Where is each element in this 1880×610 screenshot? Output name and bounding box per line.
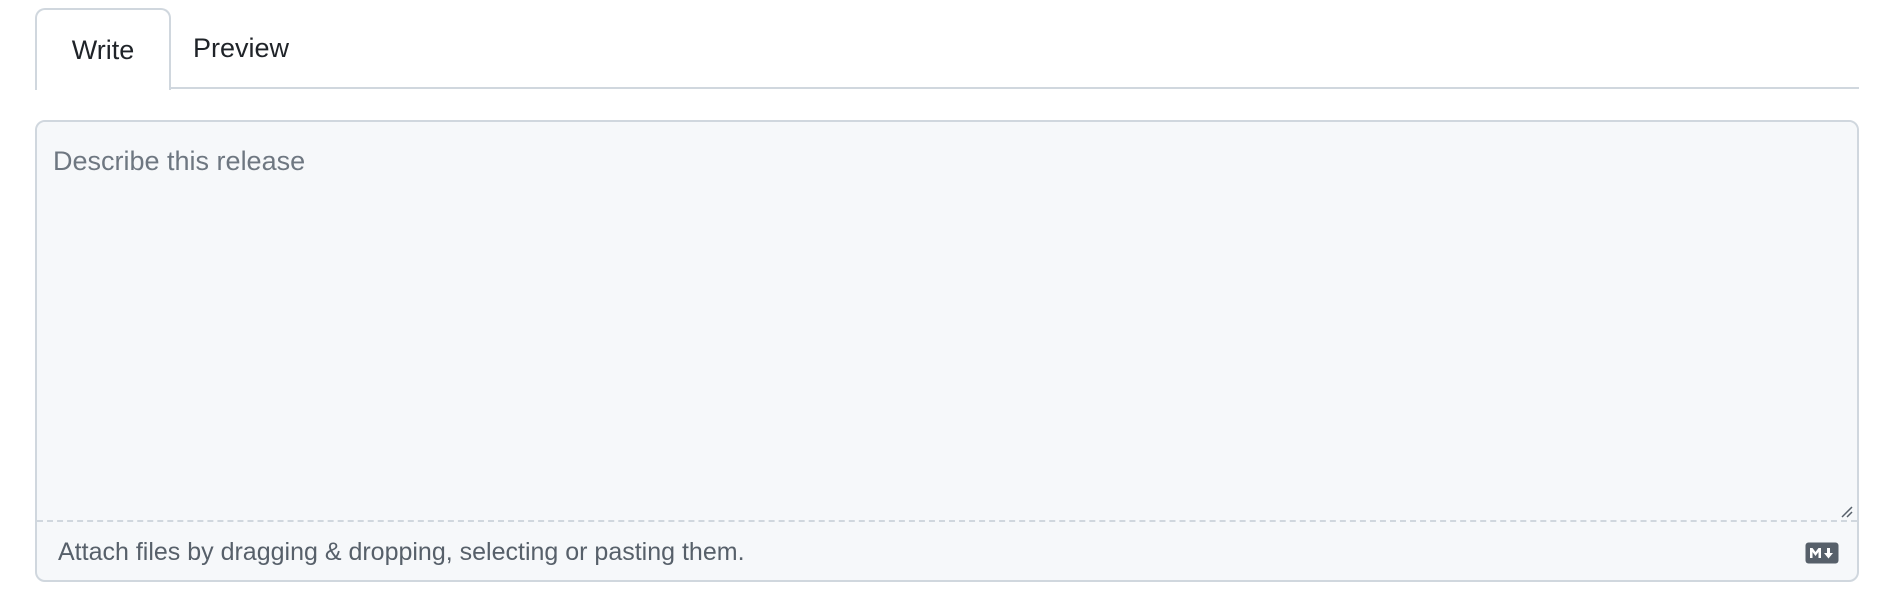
tab-preview-label: Preview — [192, 32, 290, 63]
tab-write-label: Write — [71, 34, 135, 65]
editor-box: Attach files by dragging & dropping, sel… — [35, 120, 1859, 582]
tab-write[interactable]: Write — [35, 8, 171, 90]
attach-files-text[interactable]: Attach files by dragging & dropping, sel… — [58, 538, 745, 567]
resize-handle-icon[interactable] — [1839, 504, 1853, 518]
release-description-editor: Write Preview Attach files by dragging &… — [0, 0, 1880, 610]
attach-files-bar[interactable]: Attach files by dragging & dropping, sel… — [37, 520, 1857, 580]
markdown-icon[interactable] — [1805, 542, 1839, 564]
tab-preview[interactable]: Preview — [171, 8, 311, 88]
editor-tabs: Write Preview — [35, 8, 1859, 90]
release-description-input[interactable] — [37, 122, 1857, 520]
